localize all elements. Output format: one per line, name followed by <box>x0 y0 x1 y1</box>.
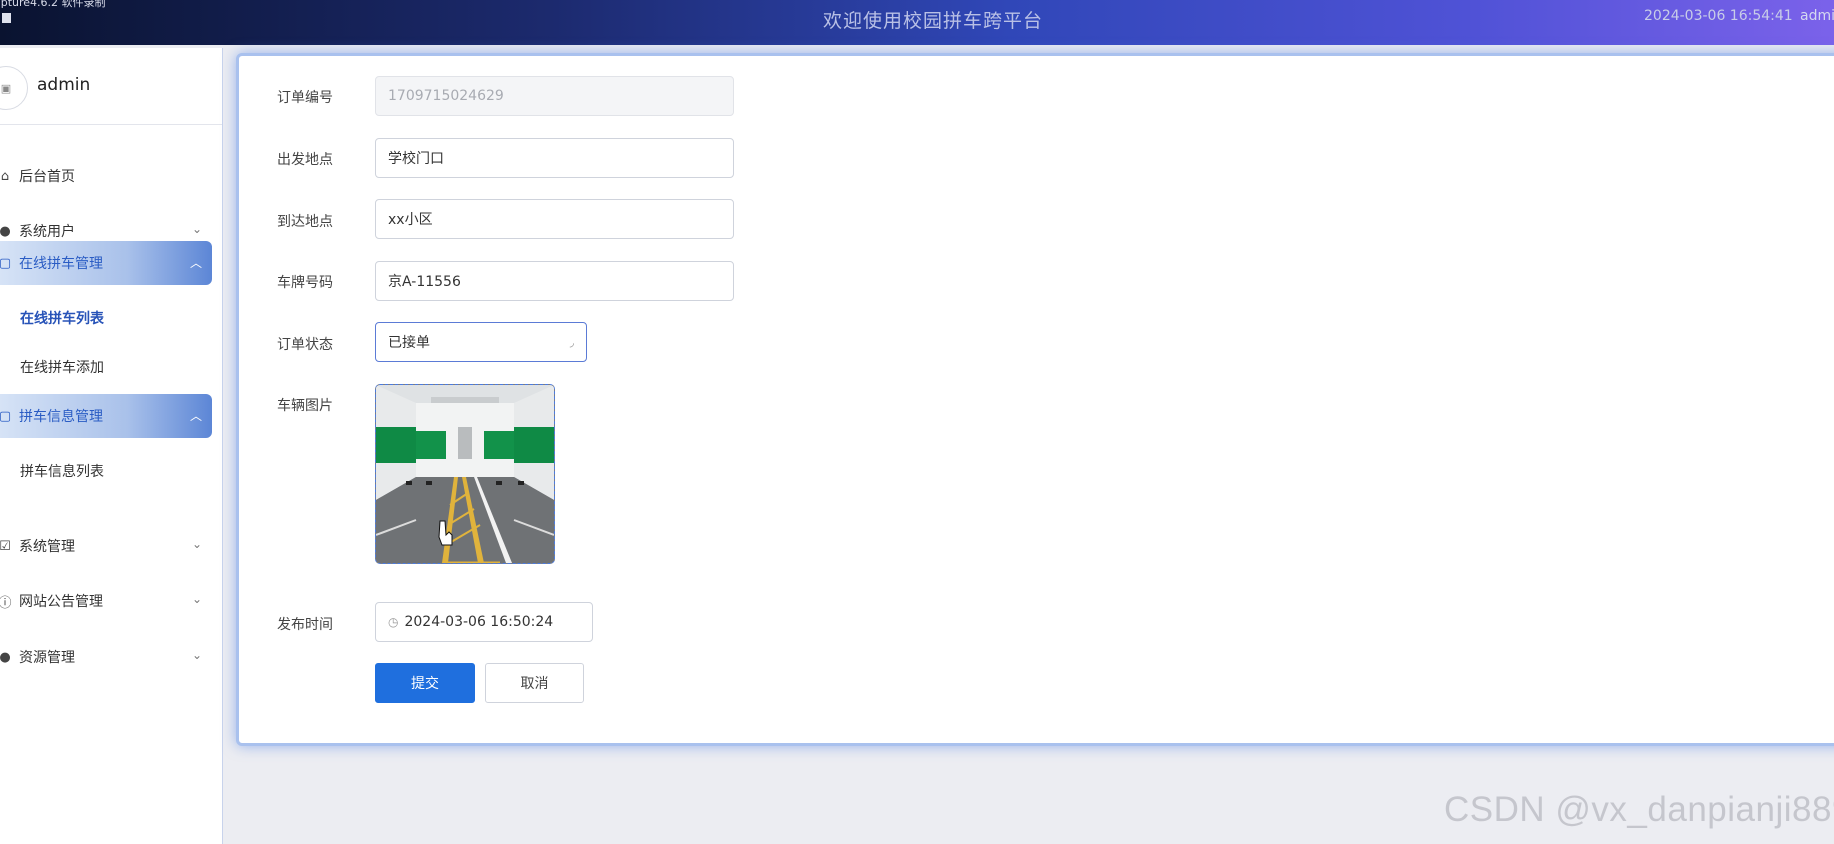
chevron-up-icon: ︿ <box>189 409 202 423</box>
clock-icon: ◷ <box>388 615 399 629</box>
chevron-down-icon: ⌄ <box>191 648 202 662</box>
chevron-down-icon: ⌄ <box>191 537 202 551</box>
csdn-watermark: CSDN @vx_danpianji889 <box>1444 790 1834 829</box>
broken-image-icon: ▣ <box>0 81 12 95</box>
calendar-icon: ▢ <box>0 255 12 271</box>
sidebar-item-label: 拼车信息管理 <box>19 409 103 425</box>
cancel-button[interactable]: 取消 <box>485 663 584 703</box>
order-number-label: 订单编号 <box>277 90 333 106</box>
chevron-down-icon: ⌄ <box>191 222 202 236</box>
header-datetime: 2024-03-06 16:54:41 <box>1644 8 1793 24</box>
profile-username: admin <box>37 75 91 95</box>
top-bar: apture4.6.2 软件录制 欢迎使用校园拼车跨平台 2024-03-06 … <box>0 0 1834 45</box>
sidebar-item-notice-management[interactable]: ⓘ 网站公告管理 ⌄ <box>0 579 212 623</box>
sidebar-item-label: 系统管理 <box>19 539 75 555</box>
publish-time-picker[interactable]: ◷ 2024-03-06 16:50:24 <box>375 602 593 642</box>
vehicle-image-label: 车辆图片 <box>277 398 333 414</box>
checkbox-icon: ☑ <box>0 538 11 554</box>
sidebar-subitem-carpool-add[interactable]: 在线拼车添加 <box>20 357 104 377</box>
plate-number-input[interactable]: 京A-11556 <box>375 261 734 301</box>
destination-label: 到达地点 <box>277 214 333 230</box>
publish-time-label: 发布时间 <box>277 617 333 633</box>
edit-form-panel: 订单编号 1709715024629 出发地点 学校门口 到达地点 xx小区 车… <box>236 53 1834 746</box>
user-profile: ▣ admin <box>0 48 222 125</box>
sidebar-item-home[interactable]: ⌂ 后台首页 <box>0 154 212 198</box>
vehicle-image-upload[interactable] <box>375 384 555 564</box>
info-icon: ⓘ <box>0 595 12 611</box>
sidebar-item-label: 网站公告管理 <box>19 594 103 610</box>
recorder-overlay-text: apture4.6.2 软件录制 <box>0 0 106 9</box>
sidebar-item-carpool-management[interactable]: ▢ 在线拼车管理 ︿ <box>0 241 212 285</box>
home-icon: ⌂ <box>0 168 10 184</box>
sidebar-subitem-carpool-list[interactable]: 在线拼车列表 <box>20 308 104 328</box>
order-status-value: 已接单 <box>388 335 430 351</box>
sidebar-item-label: 在线拼车管理 <box>19 256 103 272</box>
chevron-up-icon: ︿ <box>189 256 202 270</box>
sidebar-item-label: 资源管理 <box>19 650 75 666</box>
order-status-label: 订单状态 <box>277 337 333 353</box>
sidebar-item-label: 系统用户 <box>19 224 75 240</box>
header-user-menu[interactable]: admi <box>1800 8 1834 24</box>
publish-time-value: 2024-03-06 16:50:24 <box>404 614 554 630</box>
calendar-icon: ▢ <box>0 408 12 424</box>
order-number-input: 1709715024629 <box>375 76 734 116</box>
sidebar-item-carpool-info-management[interactable]: ▢ 拼车信息管理 ︿ <box>0 394 212 438</box>
recorder-overlay-box <box>2 13 11 23</box>
sidebar: ▣ admin ⌂ 后台首页 ● 系统用户 ⌄ ▢ 在线拼车管理 ︿ 在线拼车列… <box>0 48 223 844</box>
avatar: ▣ <box>0 66 28 110</box>
destination-input[interactable]: xx小区 <box>375 199 734 239</box>
order-status-select[interactable]: 已接单 ◞ <box>375 322 587 362</box>
lightbulb-icon: ● <box>0 649 11 665</box>
departure-input[interactable]: 学校门口 <box>375 138 734 178</box>
chevron-down-icon: ⌄ <box>191 592 202 606</box>
sidebar-item-resource-management[interactable]: ● 资源管理 ⌄ <box>0 635 212 679</box>
vehicle-image-parking-garage <box>376 385 554 563</box>
site-title: 欢迎使用校园拼车跨平台 <box>823 10 1044 32</box>
submit-button[interactable]: 提交 <box>375 663 475 703</box>
user-icon: ● <box>0 223 11 239</box>
sidebar-item-label: 后台首页 <box>19 169 75 185</box>
select-arrow-icon: ◞ <box>569 335 574 349</box>
sidebar-item-system-management[interactable]: ☑ 系统管理 ⌄ <box>0 524 212 568</box>
departure-label: 出发地点 <box>277 152 333 168</box>
plate-number-label: 车牌号码 <box>277 275 333 291</box>
sidebar-subitem-carpool-info-list[interactable]: 拼车信息列表 <box>20 461 104 481</box>
